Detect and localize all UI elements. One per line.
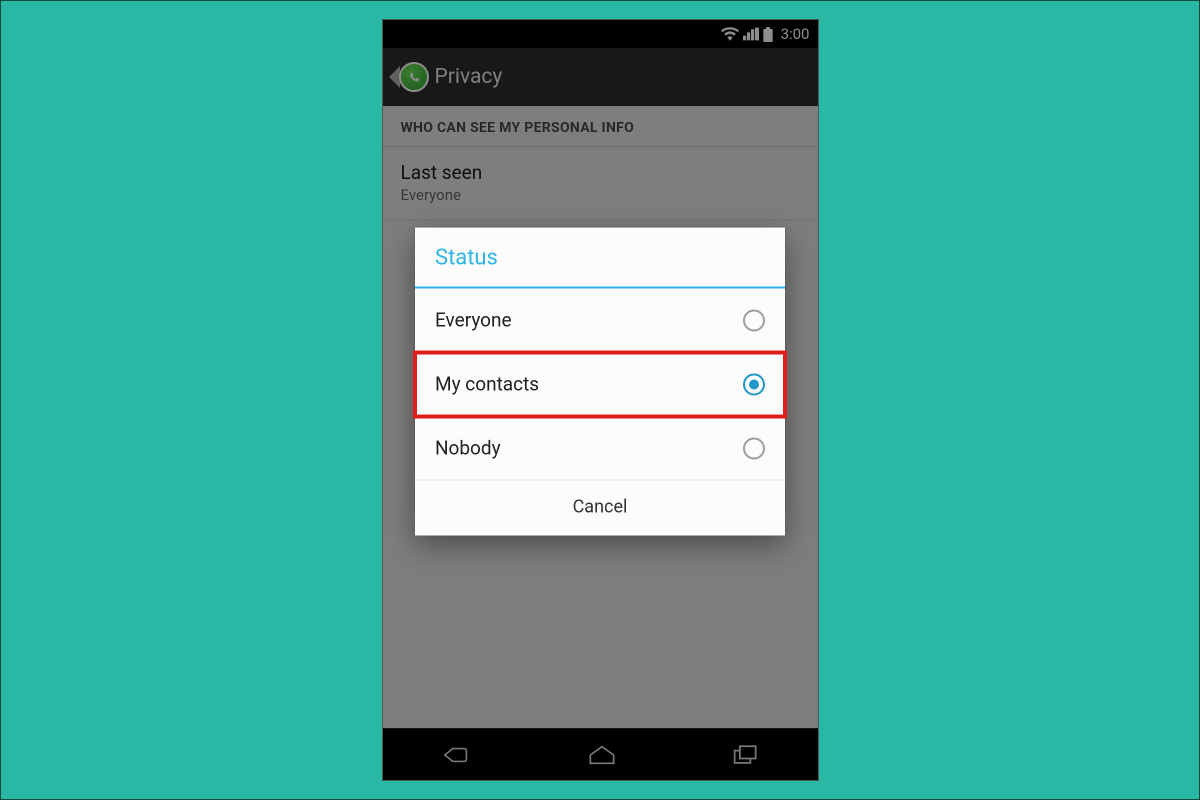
radio-icon [743, 309, 765, 331]
option-label: Everyone [435, 309, 512, 332]
dialog-title: Status [415, 228, 785, 287]
radio-icon [743, 373, 765, 395]
option-nobody[interactable]: Nobody [415, 417, 785, 481]
status-dialog: Status Everyone My contacts Nobody Cance… [415, 228, 785, 536]
option-everyone[interactable]: Everyone [415, 289, 785, 353]
phone-frame: 3:00 Privacy WHO CAN SEE MY PERSONAL INF… [383, 20, 818, 780]
radio-icon [743, 437, 765, 459]
option-my-contacts[interactable]: My contacts [415, 353, 785, 417]
option-label: My contacts [435, 373, 539, 396]
option-label: Nobody [435, 437, 501, 460]
cancel-button[interactable]: Cancel [415, 481, 785, 536]
